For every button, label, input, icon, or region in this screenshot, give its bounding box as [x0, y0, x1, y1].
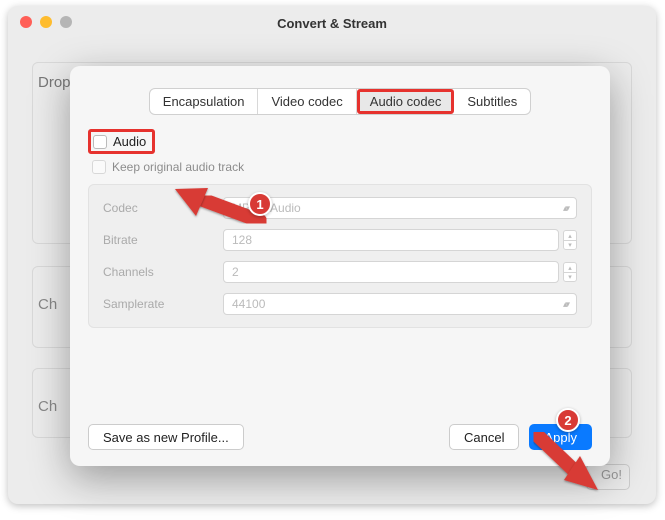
- channels-spin[interactable]: ▴▾: [563, 262, 577, 282]
- tab-audio-codec[interactable]: Audio codec: [357, 89, 455, 114]
- titlebar: Convert & Stream: [8, 6, 656, 40]
- audio-checkbox-label: Audio: [113, 134, 146, 149]
- window-title: Convert & Stream: [277, 16, 387, 31]
- keep-original-label: Keep original audio track: [112, 160, 244, 174]
- annotation-badge-2: 2: [556, 408, 580, 432]
- audio-checkbox[interactable]: [93, 135, 107, 149]
- audio-checkbox-highlight: Audio: [88, 129, 155, 154]
- codec-row: Codec MPEG Audio ▴▾: [103, 197, 577, 219]
- main-window: Convert & Stream Drop media here Ch Ch G…: [8, 6, 656, 504]
- samplerate-select[interactable]: 44100 ▴▾: [223, 293, 577, 315]
- codec-label: Codec: [103, 201, 223, 215]
- channels-label: Channels: [103, 265, 223, 279]
- cancel-button[interactable]: Cancel: [449, 424, 519, 450]
- go-button-label: Go!: [601, 467, 622, 482]
- chevron-updown-icon: ▴▾: [563, 299, 568, 310]
- keep-original-checkbox[interactable]: [92, 160, 106, 174]
- bitrate-label: Bitrate: [103, 233, 223, 247]
- bitrate-row: Bitrate 128 ▴▾: [103, 229, 577, 251]
- chevron-down-icon[interactable]: ▾: [563, 272, 577, 282]
- sheet-footer: Save as new Profile... Cancel Apply: [70, 424, 610, 450]
- channels-value[interactable]: 2: [223, 261, 559, 283]
- bg-label-2: Ch: [38, 398, 57, 415]
- audio-checkbox-row: Audio: [88, 129, 610, 154]
- tab-group: Encapsulation Video codec Audio codec Su…: [149, 88, 531, 115]
- channels-stepper[interactable]: 2 ▴▾: [223, 261, 577, 283]
- chevron-up-icon[interactable]: ▴: [563, 230, 577, 240]
- traffic-lights: [20, 16, 72, 28]
- tab-encapsulation[interactable]: Encapsulation: [150, 89, 259, 114]
- bitrate-stepper[interactable]: 128 ▴▾: [223, 229, 577, 251]
- samplerate-value: 44100: [232, 297, 265, 311]
- tab-video-codec[interactable]: Video codec: [258, 89, 356, 114]
- samplerate-row: Samplerate 44100 ▴▾: [103, 293, 577, 315]
- audio-settings-panel: Codec MPEG Audio ▴▾ Bitrate 128 ▴▾ Chann…: [88, 184, 592, 328]
- samplerate-label: Samplerate: [103, 297, 223, 311]
- bitrate-value[interactable]: 128: [223, 229, 559, 251]
- codec-select[interactable]: MPEG Audio ▴▾: [223, 197, 577, 219]
- chevron-down-icon[interactable]: ▾: [563, 240, 577, 250]
- keep-original-row: Keep original audio track: [92, 160, 610, 174]
- profile-sheet: Encapsulation Video codec Audio codec Su…: [70, 66, 610, 466]
- close-icon[interactable]: [20, 16, 32, 28]
- chevron-updown-icon: ▴▾: [563, 203, 568, 214]
- tabs: Encapsulation Video codec Audio codec Su…: [70, 88, 610, 115]
- zoom-icon: [60, 16, 72, 28]
- chevron-up-icon[interactable]: ▴: [563, 262, 577, 272]
- tab-subtitles[interactable]: Subtitles: [454, 89, 530, 114]
- bg-label-1: Ch: [38, 296, 57, 313]
- save-profile-button[interactable]: Save as new Profile...: [88, 424, 244, 450]
- minimize-icon[interactable]: [40, 16, 52, 28]
- channels-row: Channels 2 ▴▾: [103, 261, 577, 283]
- bitrate-spin[interactable]: ▴▾: [563, 230, 577, 250]
- annotation-badge-1: 1: [248, 192, 272, 216]
